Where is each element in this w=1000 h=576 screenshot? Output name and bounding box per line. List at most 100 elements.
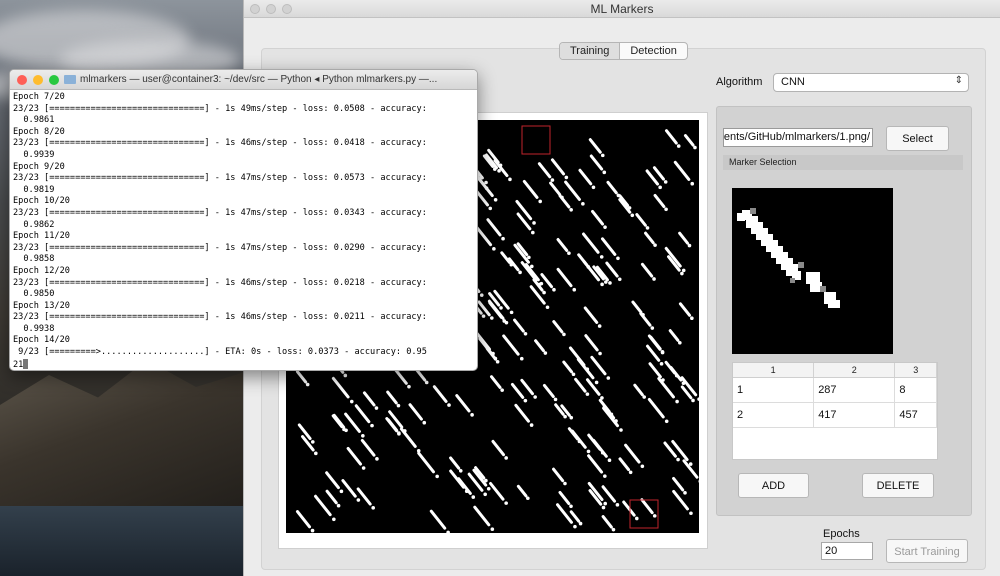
marker-dot [697, 397, 699, 401]
tab-detection[interactable]: Detection [620, 43, 686, 59]
marker-selection-header: Marker Selection [723, 155, 963, 170]
marker-dot [504, 456, 508, 460]
marker-stroke [578, 168, 593, 186]
marker-dot [642, 395, 646, 399]
marker-dot [526, 496, 530, 501]
marker-dot [471, 495, 476, 499]
marker-table[interactable]: 1 2 3 1 287 8 2 417 457 [732, 362, 938, 460]
terminal-line: 23/23 [==============================] -… [13, 277, 427, 288]
table-cell: 457 [895, 403, 937, 427]
marker-dot [403, 429, 407, 433]
marker-stroke [537, 162, 552, 179]
marker-dot [519, 356, 524, 361]
marker-stroke [590, 355, 607, 376]
marker-stroke [564, 180, 581, 201]
marker-stroke [346, 446, 363, 466]
terminal-line: 21 [13, 358, 474, 370]
select-button[interactable]: Select [886, 126, 949, 151]
marker-dot [493, 197, 498, 202]
marker-dot [397, 432, 401, 436]
terminal-minimize-icon[interactable] [33, 75, 43, 85]
selection-box[interactable] [521, 125, 551, 155]
marker-stroke [449, 469, 466, 489]
start-training-button[interactable]: Start Training [886, 539, 968, 563]
app-title: ML Markers [590, 2, 654, 16]
add-button[interactable]: ADD [738, 473, 809, 498]
marker-stroke [648, 362, 662, 379]
marker-stroke [570, 429, 587, 449]
marker-stroke [640, 262, 654, 278]
marker-stroke [516, 484, 528, 498]
marker-stroke [473, 505, 491, 527]
marker-dot [607, 458, 612, 463]
marker-dot [310, 440, 315, 444]
marker-dot [603, 501, 608, 506]
marker-dot [504, 501, 508, 505]
tab-training[interactable]: Training [560, 43, 621, 59]
delete-button[interactable]: DELETE [862, 473, 934, 498]
epochs-input[interactable]: 20 [821, 542, 873, 560]
marker-dot [562, 332, 566, 337]
marker-dot [509, 262, 514, 267]
marker-stroke [520, 378, 534, 396]
marker-dot [310, 528, 315, 533]
marker-stroke [362, 391, 376, 407]
marker-dot [481, 314, 486, 318]
marker-dot [339, 489, 344, 494]
marker-dot [616, 193, 621, 198]
terminal-line: 0.9939 [13, 149, 55, 160]
terminal-output: Epoch 7/20 23/23 [=======================… [10, 90, 477, 370]
terminal-line: 0.9861 [13, 115, 55, 126]
marker-stroke [542, 383, 555, 399]
marker-dot [617, 277, 622, 282]
marker-stroke [500, 251, 511, 264]
marker-dot [552, 287, 556, 292]
marker-dot [683, 491, 687, 495]
marker-stroke [657, 377, 675, 399]
marker-stroke [514, 403, 530, 423]
marker-dot [502, 319, 507, 323]
marker-stroke [325, 489, 338, 505]
marker-stroke [591, 209, 605, 226]
marker-dot [464, 489, 469, 493]
marker-dot [343, 373, 348, 378]
marker-stroke [668, 329, 680, 342]
marker-dot [634, 516, 639, 521]
marker-stroke [475, 226, 493, 247]
marker-stroke [606, 180, 618, 195]
marker-dot [586, 449, 591, 454]
marker-dot [641, 312, 645, 317]
table-cell: 417 [814, 403, 896, 427]
terminal-line: Epoch 9/20 [13, 161, 65, 172]
image-path-input[interactable]: /Users/user/Documents/GitHub/mlmarkers/1… [723, 128, 873, 147]
marker-dot [361, 433, 365, 438]
marker-dot [653, 243, 657, 247]
algorithm-select[interactable]: CNN ⇕ [773, 73, 969, 92]
terminal-window[interactable]: mlmarkers — user@container3: ~/dev/src —… [9, 69, 478, 371]
marker-dot [371, 506, 375, 510]
marker-dot [407, 384, 411, 389]
table-row[interactable]: 2 417 457 [733, 403, 937, 428]
marker-dot [500, 388, 504, 392]
marker-stroke [678, 302, 692, 317]
terminal-line: Epoch 13/20 [13, 300, 70, 311]
marker-dot [518, 270, 522, 275]
terminal-close-icon[interactable] [17, 75, 27, 85]
marker-dot [628, 470, 633, 475]
marker-dot [600, 153, 605, 158]
marker-dot [508, 177, 512, 182]
marker-dot [658, 185, 662, 190]
marker-dot [681, 268, 686, 273]
table-row[interactable]: 1 287 8 [733, 378, 937, 403]
marker-dot [687, 243, 692, 248]
marker-stroke [601, 485, 617, 503]
marker-dot [602, 170, 607, 175]
marker-dot [693, 145, 697, 150]
marker-dot [533, 395, 537, 399]
terminal-maximize-icon[interactable] [49, 75, 59, 85]
marker-stroke [601, 515, 613, 529]
marker-dot [598, 351, 602, 356]
marker-stroke [295, 370, 308, 384]
app-titlebar: ML Markers [244, 0, 1000, 18]
marker-dot [585, 392, 590, 396]
